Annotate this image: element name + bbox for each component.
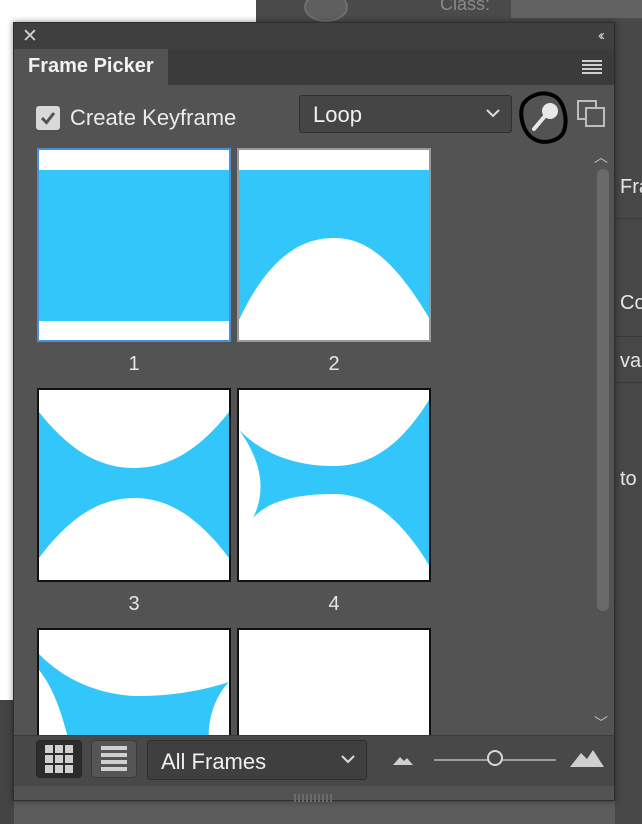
list-view-button[interactable] (91, 740, 137, 778)
double-chevron-left-icon[interactable]: ‹‹ (598, 27, 605, 44)
frame-preview (37, 628, 231, 735)
tab-frame-picker[interactable]: Frame Picker (14, 49, 168, 85)
create-keyframe-label[interactable]: Create Keyframe (70, 105, 236, 131)
grid-view-icon (45, 745, 73, 773)
background-properties-header: Class: (256, 0, 642, 22)
frame-number: 4 (328, 593, 340, 615)
creative-cloud-icon (304, 0, 348, 22)
scroll-down-icon[interactable]: ﹀ (594, 713, 608, 733)
frame-thumbnail[interactable] (237, 388, 431, 582)
frame-preview (37, 388, 231, 582)
frame-grid: 1 2 3 4 (14, 145, 594, 735)
close-icon[interactable]: ✕ (22, 25, 38, 48)
background-text-fragment: Co (620, 292, 642, 314)
loop-mode-dropdown[interactable]: Loop (299, 95, 512, 133)
class-label: Class: (440, 0, 491, 14)
frame-number: 3 (128, 593, 140, 615)
scroll-thumb[interactable] (597, 169, 609, 611)
frame-picker-panel: ✕ ‹‹ Frame Picker Create Keyframe Loop 1… (13, 22, 615, 802)
pin-icon (519, 91, 568, 144)
resize-grip[interactable] (294, 789, 334, 802)
stacked-squares-icon[interactable] (576, 99, 608, 129)
loop-mode-value: Loop (313, 102, 362, 127)
pin-button[interactable] (514, 89, 570, 145)
frames-filter-value: All Frames (161, 749, 267, 774)
frame-number: 1 (128, 353, 140, 375)
chevron-down-icon (486, 109, 500, 118)
divider (614, 382, 642, 383)
frame-preview (37, 148, 231, 342)
frame-preview (237, 628, 431, 735)
create-keyframe-checkbox[interactable] (36, 106, 60, 130)
frame-thumbnail[interactable] (37, 388, 231, 582)
background-footer (0, 700, 14, 824)
background-text-fragment: Fra (620, 176, 642, 198)
bottom-toolbar: All Frames (14, 735, 614, 786)
panel-tab-row: Frame Picker (14, 49, 614, 85)
frame-thumbnail[interactable] (37, 148, 231, 342)
chevron-down-icon (341, 755, 355, 764)
frame-preview (237, 148, 431, 342)
frame-preview (237, 388, 431, 582)
frame-number: 2 (328, 353, 340, 375)
background-text-fragment: var (620, 350, 642, 372)
scroll-track[interactable] (594, 169, 609, 709)
small-mountain-icon[interactable] (392, 752, 414, 766)
frames-filter-dropdown[interactable]: All Frames (147, 740, 367, 780)
scroll-up-icon[interactable]: ︿ (594, 147, 608, 167)
hamburger-menu-icon[interactable] (582, 60, 602, 74)
divider (614, 218, 642, 219)
checkmark-icon (40, 112, 56, 125)
vertical-scrollbar[interactable]: ︿ ﹀ (590, 147, 612, 735)
large-mountain-icon[interactable] (569, 746, 605, 768)
background-text-fragment: to (620, 468, 637, 490)
panel-titlebar[interactable]: ✕ ‹‹ (14, 23, 614, 49)
frame-thumbnail[interactable] (237, 628, 431, 735)
list-view-icon (101, 746, 127, 771)
class-field[interactable] (511, 0, 642, 18)
divider (614, 336, 642, 337)
background-properties-panel (615, 22, 642, 824)
frame-thumbnail[interactable] (237, 148, 431, 342)
grid-view-button[interactable] (36, 740, 82, 778)
zoom-slider-knob[interactable] (487, 750, 503, 766)
frame-thumbnail[interactable] (37, 628, 231, 735)
